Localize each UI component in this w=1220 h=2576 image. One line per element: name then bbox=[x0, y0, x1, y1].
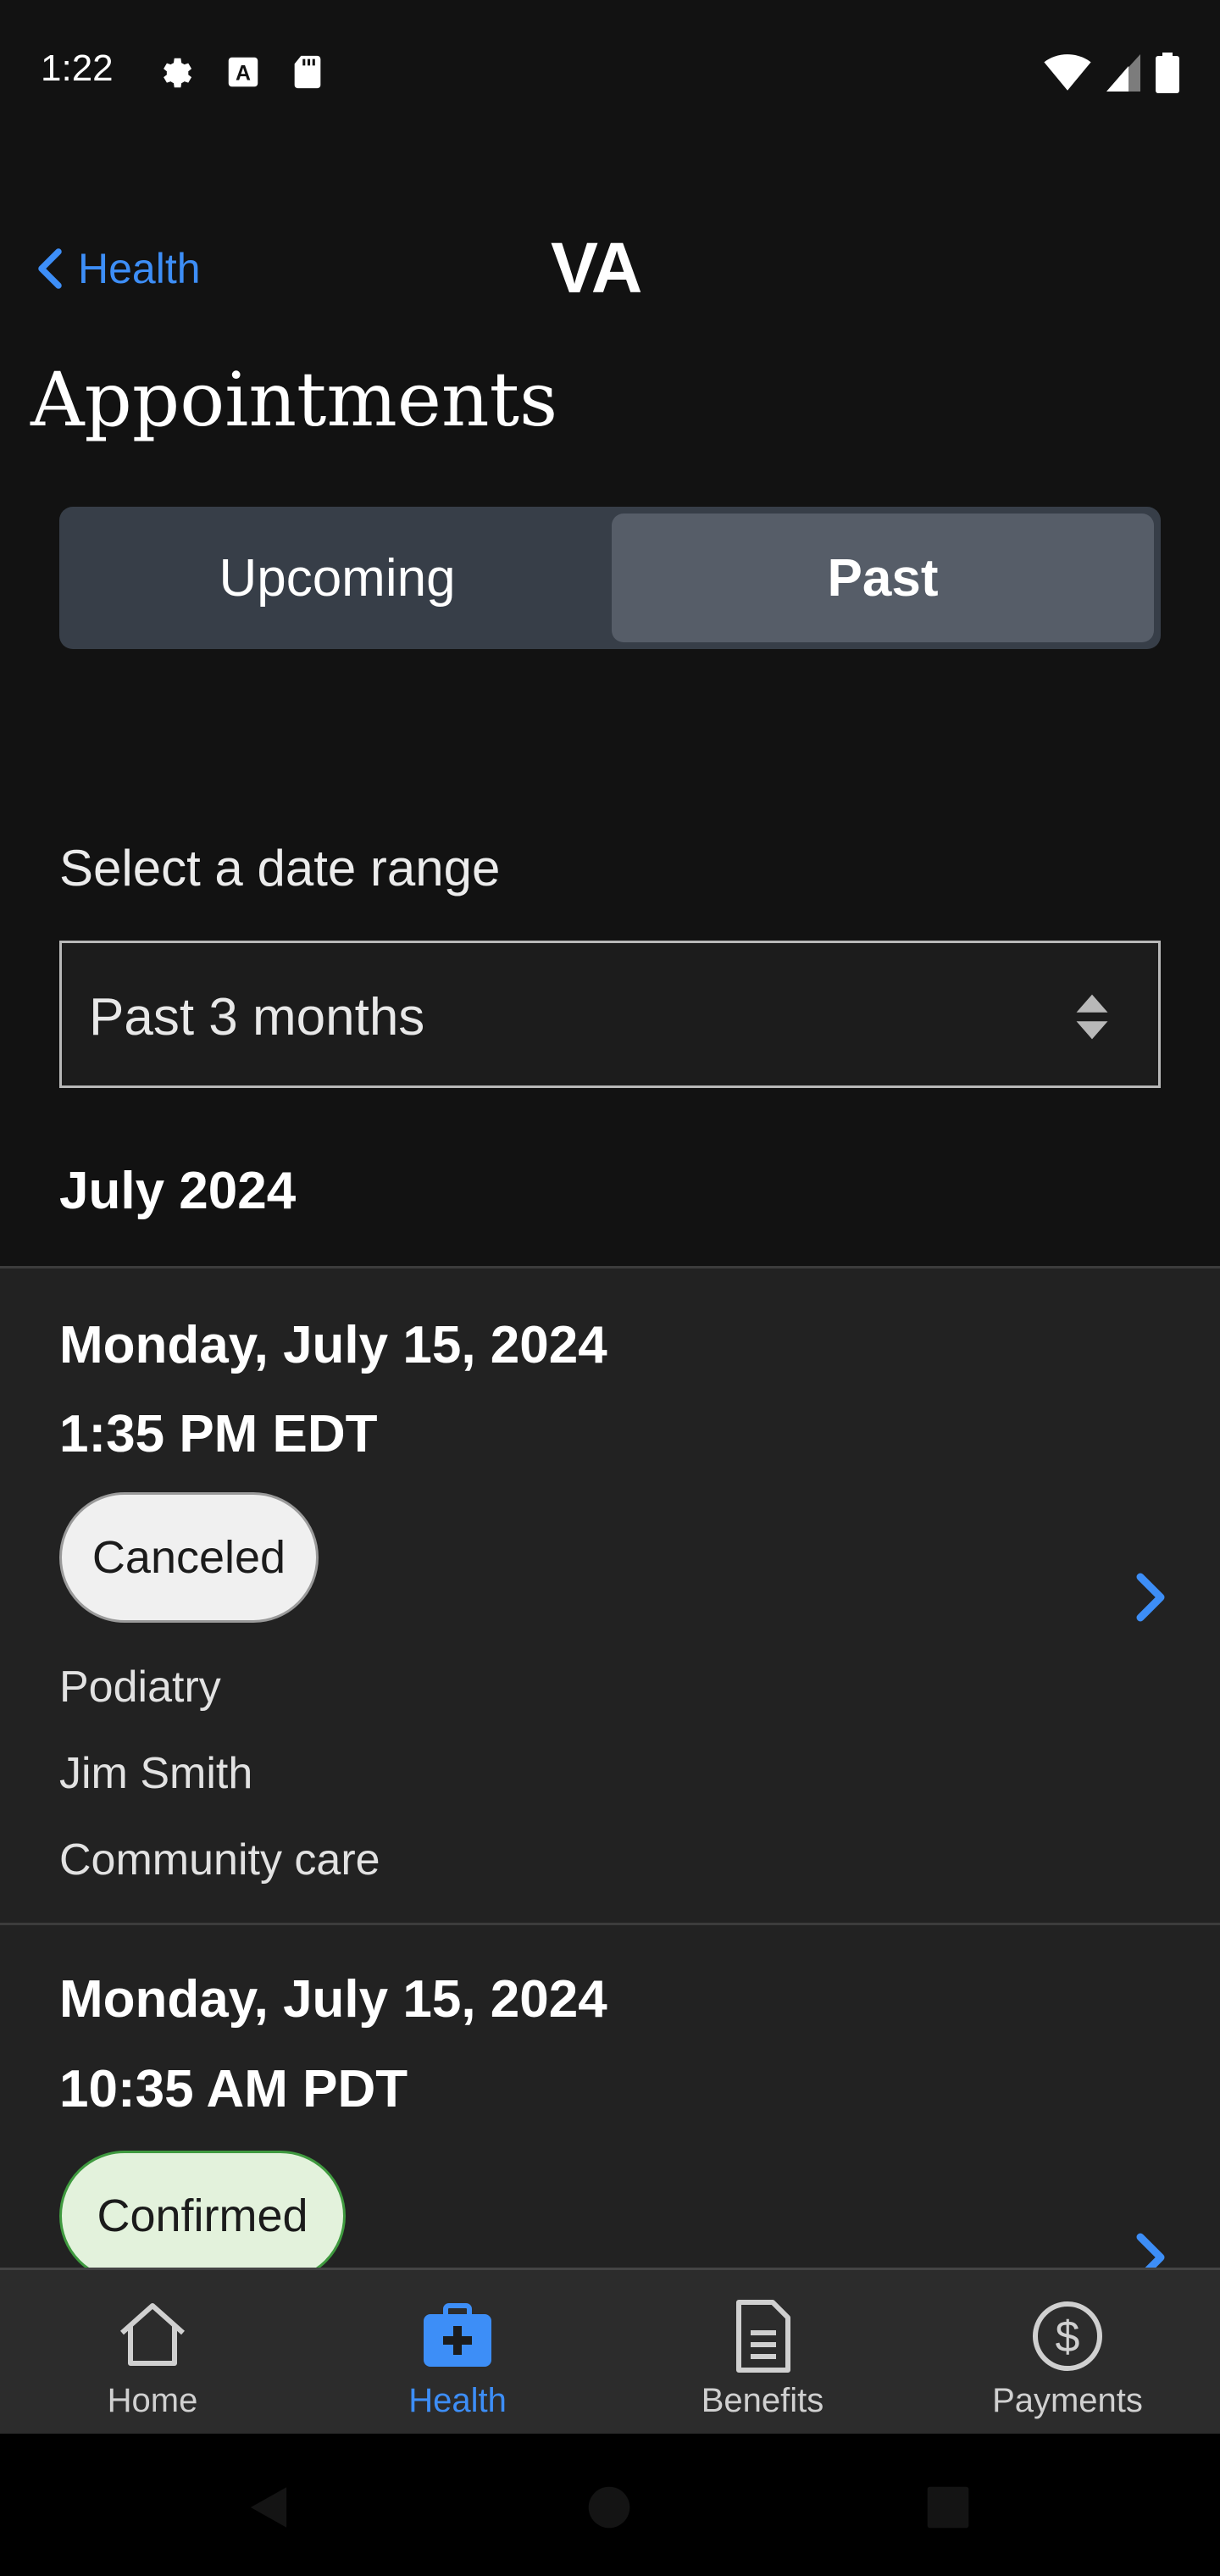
wifi-icon bbox=[1044, 54, 1091, 91]
tab-past[interactable]: Past bbox=[612, 514, 1154, 642]
appointment-time: 10:35 AM PDT bbox=[59, 2060, 408, 2118]
date-range-select[interactable]: Past 3 months bbox=[59, 941, 1161, 1088]
appointment-card[interactable]: Monday, July 15, 2024 10:35 AM PDT Confi… bbox=[0, 1925, 1220, 2268]
document-icon bbox=[736, 2300, 790, 2373]
appointment-provider: Jim Smith bbox=[59, 1749, 253, 1798]
a-box-icon: A bbox=[228, 57, 258, 87]
chevron-right-icon bbox=[1136, 2233, 1165, 2268]
recents-square-icon[interactable] bbox=[925, 2484, 971, 2530]
appointment-location: Community care bbox=[59, 1835, 380, 1885]
dollar-circle-icon: $ bbox=[1033, 2301, 1102, 2371]
chevron-right-icon bbox=[1136, 1573, 1165, 1622]
status-badge: Canceled bbox=[59, 1492, 319, 1623]
nav-payments[interactable]: $ Payments bbox=[915, 2296, 1220, 2420]
nav-health[interactable]: Health bbox=[305, 2296, 610, 2420]
chevron-left-icon bbox=[38, 248, 62, 289]
va-logo: VA bbox=[551, 228, 642, 308]
appointment-date: Monday, July 15, 2024 bbox=[59, 1970, 607, 2029]
home-circle-icon[interactable] bbox=[586, 2484, 632, 2530]
nav-home[interactable]: Home bbox=[0, 2296, 305, 2420]
appointment-card[interactable]: Monday, July 15, 2024 1:35 PM EDT Cancel… bbox=[0, 1269, 1220, 1923]
appointment-time: 1:35 PM EDT bbox=[59, 1405, 378, 1463]
status-bar: 1:22 A bbox=[0, 0, 1220, 144]
appointment-type: Podiatry bbox=[59, 1663, 221, 1712]
back-triangle-icon[interactable] bbox=[246, 2483, 291, 2532]
svg-text:A: A bbox=[236, 62, 251, 86]
appointment-date: Monday, July 15, 2024 bbox=[59, 1316, 607, 1374]
sd-card-icon bbox=[294, 55, 321, 89]
bottom-navigation: Home Health Benefits $ Payments bbox=[0, 2268, 1220, 2434]
nav-payments-label: Payments bbox=[992, 2382, 1143, 2419]
nav-benefits[interactable]: Benefits bbox=[610, 2296, 915, 2420]
back-button[interactable]: Health bbox=[37, 244, 201, 293]
back-button-label: Health bbox=[78, 245, 201, 292]
page-title: Appointments bbox=[30, 356, 558, 443]
appointments-segmented-control: Upcoming Past bbox=[59, 507, 1161, 649]
sort-arrows-icon bbox=[1076, 994, 1108, 1040]
medical-kit-icon bbox=[424, 2303, 491, 2367]
date-range-label: Select a date range bbox=[59, 840, 501, 897]
status-badge: Confirmed bbox=[59, 2151, 346, 2268]
nav-health-label: Health bbox=[408, 2382, 507, 2419]
home-icon bbox=[120, 2303, 185, 2366]
status-time: 1:22 bbox=[41, 47, 114, 89]
tab-upcoming[interactable]: Upcoming bbox=[66, 514, 608, 642]
svg-text:$: $ bbox=[1056, 2312, 1080, 2362]
system-navigation-bar bbox=[0, 2434, 1220, 2576]
date-range-value: Past 3 months bbox=[89, 988, 425, 1046]
nav-benefits-label: Benefits bbox=[701, 2382, 824, 2419]
month-heading: July 2024 bbox=[59, 1162, 297, 1220]
signal-icon bbox=[1106, 54, 1140, 92]
nav-home-label: Home bbox=[107, 2382, 198, 2419]
battery-icon bbox=[1156, 53, 1179, 93]
gear-icon bbox=[164, 58, 192, 88]
